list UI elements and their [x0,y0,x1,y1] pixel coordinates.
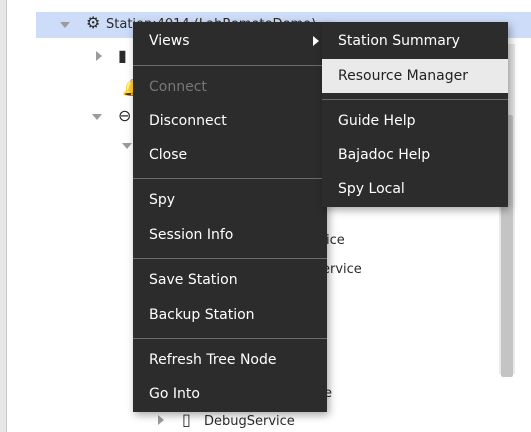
menu-divider [133,258,327,259]
station-icon: ⚙ [86,13,101,32]
submenu-item-guide-help[interactable]: Guide Help [322,104,508,138]
menu-divider [133,338,327,339]
menu-item-spy[interactable]: Spy [133,183,327,217]
menu-divider [322,99,508,100]
config-icon: ⊖ [118,106,132,125]
menu-item-connect: Connect [133,70,327,104]
left-panel-edge [0,0,7,432]
menu-item-spy-label: Spy [149,192,176,208]
menu-item-connect-label: Connect [149,79,207,95]
submenu-item-spy-local[interactable]: Spy Local [322,172,508,206]
menu-item-session-info-label: Session Info [149,227,234,243]
submenu-item-resource-manager-label: Resource Manager [338,68,469,84]
folder-icon: ▮ [118,46,127,65]
menu-divider [133,178,327,179]
views-submenu: Station Summary Resource Manager Guide H… [322,22,508,207]
submenu-item-bajadoc-help-label: Bajadoc Help [338,147,431,163]
submenu-item-station-summary-label: Station Summary [338,33,460,49]
submenu-item-resource-manager[interactable]: Resource Manager [322,59,508,93]
tree-label-partial-1[interactable]: ice [326,233,345,248]
menu-item-refresh-tree-node-label: Refresh Tree Node [149,352,277,368]
submenu-item-spy-local-label: Spy Local [338,181,405,197]
menu-item-close-label: Close [149,147,188,163]
submenu-item-station-summary[interactable]: Station Summary [322,24,508,58]
service-icon: ▯ [182,410,191,429]
context-menu: Views Connect Disconnect Close Spy Sessi… [133,22,327,412]
chevron-right-icon [313,36,319,46]
expand-toggle-services[interactable] [122,143,132,149]
menu-item-session-info[interactable]: Session Info [133,218,327,252]
tree-label-partial-2[interactable]: ervice [322,262,362,277]
menu-item-close[interactable]: Close [133,138,327,172]
tree-label-debug-service[interactable]: DebugService [204,414,295,429]
menu-item-backup-station-label: Backup Station [149,307,255,323]
menu-divider [133,65,327,66]
expand-toggle-alarm[interactable] [96,51,102,61]
expand-toggle-debug[interactable] [158,415,164,425]
menu-item-save-station[interactable]: Save Station [133,263,327,297]
menu-item-disconnect-label: Disconnect [149,113,227,129]
menu-item-views-label: Views [149,33,190,49]
expand-toggle-station[interactable] [60,22,70,28]
menu-item-save-station-label: Save Station [149,272,238,288]
menu-item-views[interactable]: Views [133,24,327,58]
menu-item-backup-station[interactable]: Backup Station [133,298,327,332]
submenu-item-bajadoc-help[interactable]: Bajadoc Help [322,138,508,172]
menu-item-disconnect[interactable]: Disconnect [133,104,327,138]
menu-item-go-into[interactable]: Go Into [133,377,327,411]
expand-toggle-config[interactable] [92,114,102,120]
menu-item-go-into-label: Go Into [149,386,200,402]
menu-item-refresh-tree-node[interactable]: Refresh Tree Node [133,343,327,377]
submenu-item-guide-help-label: Guide Help [338,113,416,129]
